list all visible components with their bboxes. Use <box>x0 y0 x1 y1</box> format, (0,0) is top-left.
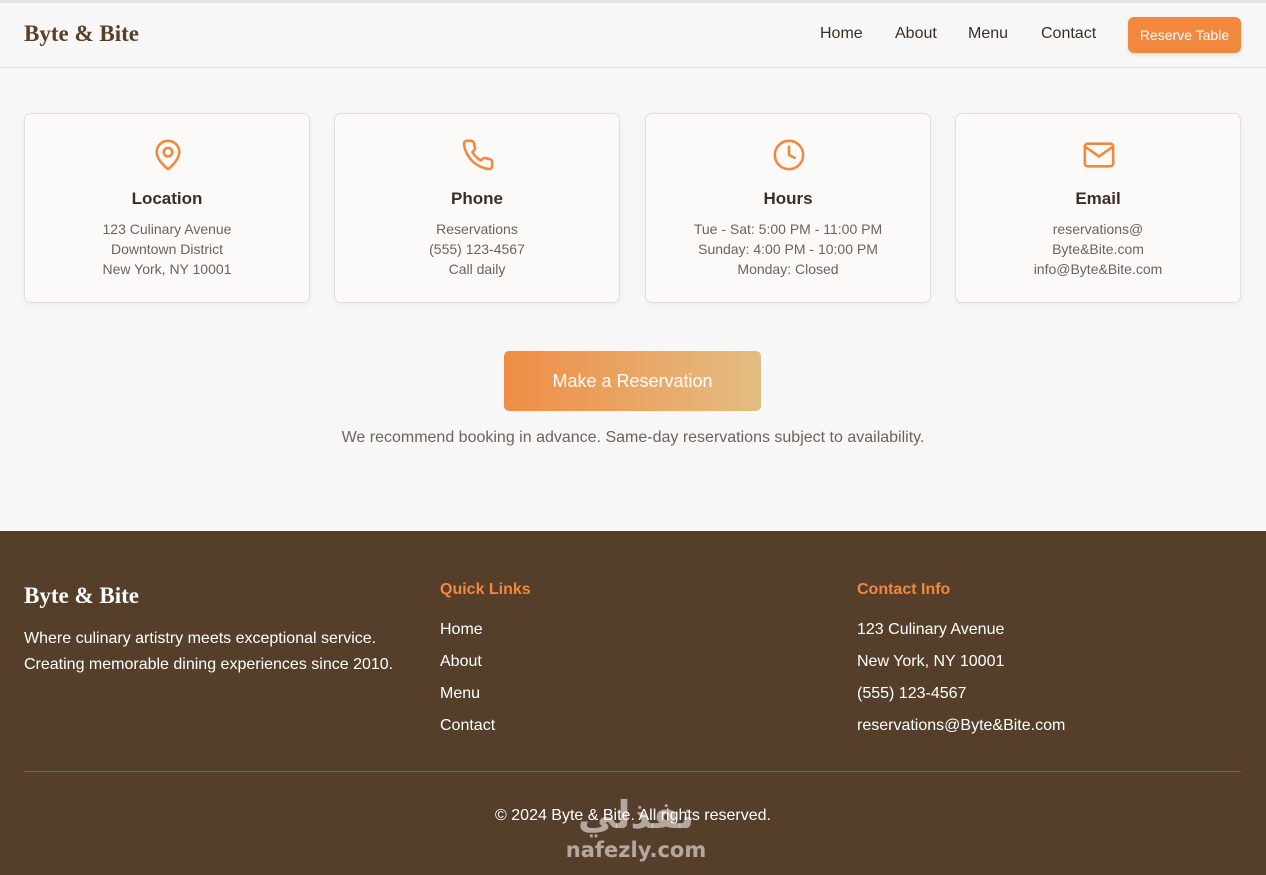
clock-icon <box>772 138 806 172</box>
footer-tagline: Creating memorable dining experiences si… <box>24 656 394 673</box>
card-title: Email <box>1075 189 1121 208</box>
contact-email: reservations@Byte&Bite.com <box>857 717 1066 734</box>
watermark-arabic: نفذلي <box>577 793 695 837</box>
quick-links-heading: Quick Links <box>440 581 531 598</box>
card-line: Call daily <box>448 261 506 277</box>
card-title: Location <box>131 189 203 208</box>
brand-logo[interactable]: Byte & Bite <box>24 21 139 47</box>
nav-about[interactable]: About <box>895 25 937 43</box>
card-line: (555) 123-4567 <box>429 241 525 257</box>
nav-menu[interactable]: Menu <box>968 25 1008 43</box>
contact-phone: (555) 123-4567 <box>857 685 967 702</box>
hours-card: Hours Tue - Sat: 5:00 PM - 11:00 PM Sund… <box>645 113 931 303</box>
make-reservation-button[interactable]: Make a Reservation <box>504 351 761 411</box>
card-line: New York, NY 10001 <box>102 261 232 277</box>
card-line: Tue - Sat: 5:00 PM - 11:00 PM <box>693 221 883 237</box>
booking-note: We recommend booking in advance. Same-da… <box>341 429 925 446</box>
card-line: Downtown District <box>110 241 224 257</box>
footer-link-contact[interactable]: Contact <box>440 717 495 735</box>
card-line: Byte&Bite.com <box>1052 241 1144 257</box>
footer-link-home[interactable]: Home <box>440 621 483 639</box>
watermark-latin: nafezly.com <box>565 838 707 862</box>
nav-home[interactable]: Home <box>820 25 863 43</box>
card-line: Reservations <box>436 221 518 237</box>
footer-brand: Byte & Bite <box>24 583 139 608</box>
card-title: Hours <box>763 189 813 208</box>
card-line: Monday: Closed <box>737 261 839 277</box>
watermark-logo: نفذلي nafezly.com <box>556 793 716 873</box>
map-pin-icon <box>151 138 185 172</box>
card-line: 123 Culinary Avenue <box>102 221 232 237</box>
reserve-table-button[interactable]: Reserve Table <box>1128 17 1241 53</box>
location-card: Location 123 Culinary Avenue Downtown Di… <box>24 113 310 303</box>
nav-contact[interactable]: Contact <box>1041 25 1096 43</box>
email-card: Email reservations@ Byte&Bite.com info@B… <box>955 113 1241 303</box>
phone-icon <box>461 138 495 172</box>
contact-address: 123 Culinary Avenue <box>857 621 1005 638</box>
card-title: Phone <box>451 189 503 208</box>
site-header: Byte & Bite Home About Menu Contact Rese… <box>0 3 1266 68</box>
card-line: reservations@ <box>1052 221 1144 237</box>
footer-link-about[interactable]: About <box>440 653 482 671</box>
card-line: Sunday: 4:00 PM - 10:00 PM <box>698 241 878 257</box>
contact-city: New York, NY 10001 <box>857 653 1005 670</box>
footer-link-menu[interactable]: Menu <box>440 685 480 703</box>
phone-card: Phone Reservations (555) 123-4567 Call d… <box>334 113 620 303</box>
footer-tagline: Where culinary artistry meets exceptiona… <box>24 630 377 647</box>
footer-divider <box>24 771 1241 772</box>
contact-info-heading: Contact Info <box>857 581 951 598</box>
site-footer: Byte & Bite Where culinary artistry meet… <box>0 531 1266 875</box>
card-line: info@Byte&Bite.com <box>1033 261 1163 277</box>
mail-icon <box>1082 138 1116 172</box>
